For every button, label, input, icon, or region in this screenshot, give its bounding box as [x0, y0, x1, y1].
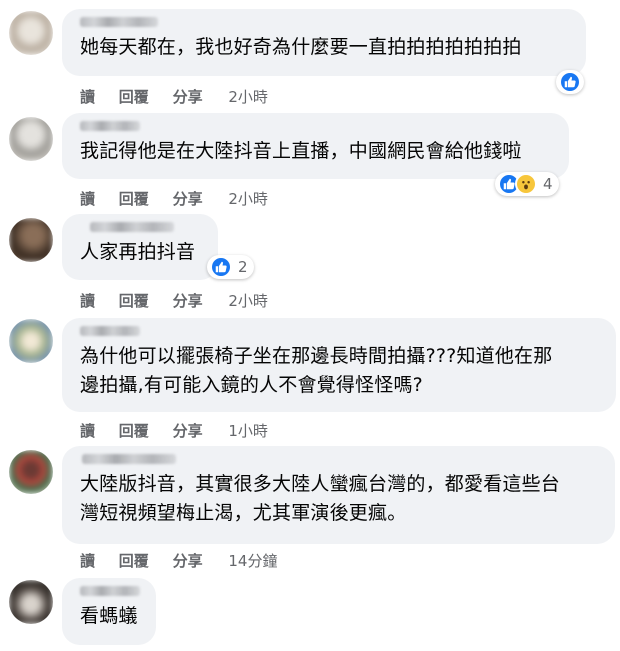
- comment-text-line: 灣短視頻望梅止渴，尤其軍演後更瘋。: [80, 502, 407, 524]
- comment-bubble: 她每天都在，我也好奇為什麼要一直拍拍拍拍拍拍拍: [62, 9, 586, 76]
- timestamp[interactable]: 2小時: [228, 188, 268, 209]
- read-link[interactable]: 讀: [80, 290, 95, 311]
- timestamp[interactable]: 2小時: [228, 86, 268, 107]
- reply-link[interactable]: 回覆: [119, 420, 149, 441]
- commenter-name-redacted[interactable]: [82, 454, 176, 464]
- read-link[interactable]: 讀: [80, 420, 95, 441]
- timestamp[interactable]: 1小時: [228, 420, 268, 441]
- avatar[interactable]: [9, 319, 53, 363]
- timestamp[interactable]: 14分鐘: [228, 550, 277, 571]
- reply-link[interactable]: 回覆: [119, 550, 149, 571]
- avatar[interactable]: [9, 218, 53, 262]
- share-link[interactable]: 分享: [173, 420, 203, 441]
- comment-actions: 讀 回覆 分享 14分鐘: [80, 550, 277, 571]
- share-link[interactable]: 分享: [173, 86, 203, 107]
- like-reaction-icon: [559, 71, 581, 93]
- comment-text-line: 邊拍攝,有可能入鏡的人不會覺得怪怪嗎?: [80, 374, 423, 396]
- avatar[interactable]: [9, 11, 53, 55]
- share-link[interactable]: 分享: [173, 550, 203, 571]
- avatar[interactable]: [9, 580, 53, 624]
- commenter-name-redacted[interactable]: [80, 586, 140, 596]
- avatar[interactable]: [9, 117, 53, 161]
- comment-text: 我記得他是在大陸抖音上直播，中國網民會給他錢啦: [80, 140, 522, 162]
- share-link[interactable]: 分享: [173, 188, 203, 209]
- comment-bubble: 為什他可以擺張椅子坐在那邊長時間拍攝???知道他在那 邊拍攝,有可能入鏡的人不會…: [62, 318, 616, 412]
- commenter-name-redacted[interactable]: [80, 121, 140, 131]
- read-link[interactable]: 讀: [80, 188, 95, 209]
- comment-text: 她每天都在，我也好奇為什麼要一直拍拍拍拍拍拍拍: [80, 36, 522, 58]
- comment-actions: 讀 回覆 分享 2小時: [80, 188, 268, 209]
- comment-actions: 讀 回覆 分享 2小時: [80, 290, 268, 311]
- reaction-count: 4: [543, 175, 553, 193]
- comment-text-line: 為什他可以擺張椅子坐在那邊長時間拍攝???知道他在那: [80, 345, 553, 367]
- reply-link[interactable]: 回覆: [119, 188, 149, 209]
- commenter-name-redacted[interactable]: [80, 17, 158, 27]
- reaction-summary[interactable]: 2: [207, 255, 254, 279]
- read-link[interactable]: 讀: [80, 550, 95, 571]
- reply-link[interactable]: 回覆: [119, 290, 149, 311]
- comment-text: 看螞蟻: [80, 605, 138, 627]
- share-link[interactable]: 分享: [173, 290, 203, 311]
- comment-text: 人家再拍抖音: [80, 241, 196, 263]
- avatar[interactable]: [9, 450, 53, 494]
- wow-reaction-icon: [515, 173, 537, 195]
- reaction-summary[interactable]: 4: [495, 172, 559, 196]
- comment-text-line: 大陸版抖音，其實很多大陸人蠻瘋台灣的，都愛看這些台: [80, 473, 561, 495]
- comment-actions: 讀 回覆 分享 1小時: [80, 420, 268, 441]
- reaction-count: 2: [238, 258, 248, 276]
- comment-bubble: 人家再拍抖音: [62, 214, 218, 280]
- comment-bubble: 看螞蟻: [62, 578, 156, 645]
- commenter-name-redacted[interactable]: [90, 222, 174, 232]
- comment-actions: 讀 回覆 分享 2小時: [80, 86, 268, 107]
- comment-bubble: 大陸版抖音，其實很多大陸人蠻瘋台灣的，都愛看這些台 灣短視頻望梅止渴，尤其軍演後…: [62, 446, 615, 544]
- timestamp[interactable]: 2小時: [228, 290, 268, 311]
- reaction-summary[interactable]: [556, 70, 584, 94]
- read-link[interactable]: 讀: [80, 86, 95, 107]
- comment-bubble: 我記得他是在大陸抖音上直播，中國網民會給他錢啦: [62, 113, 569, 179]
- like-reaction-icon: [210, 256, 232, 278]
- commenter-name-redacted[interactable]: [80, 326, 140, 336]
- reply-link[interactable]: 回覆: [119, 86, 149, 107]
